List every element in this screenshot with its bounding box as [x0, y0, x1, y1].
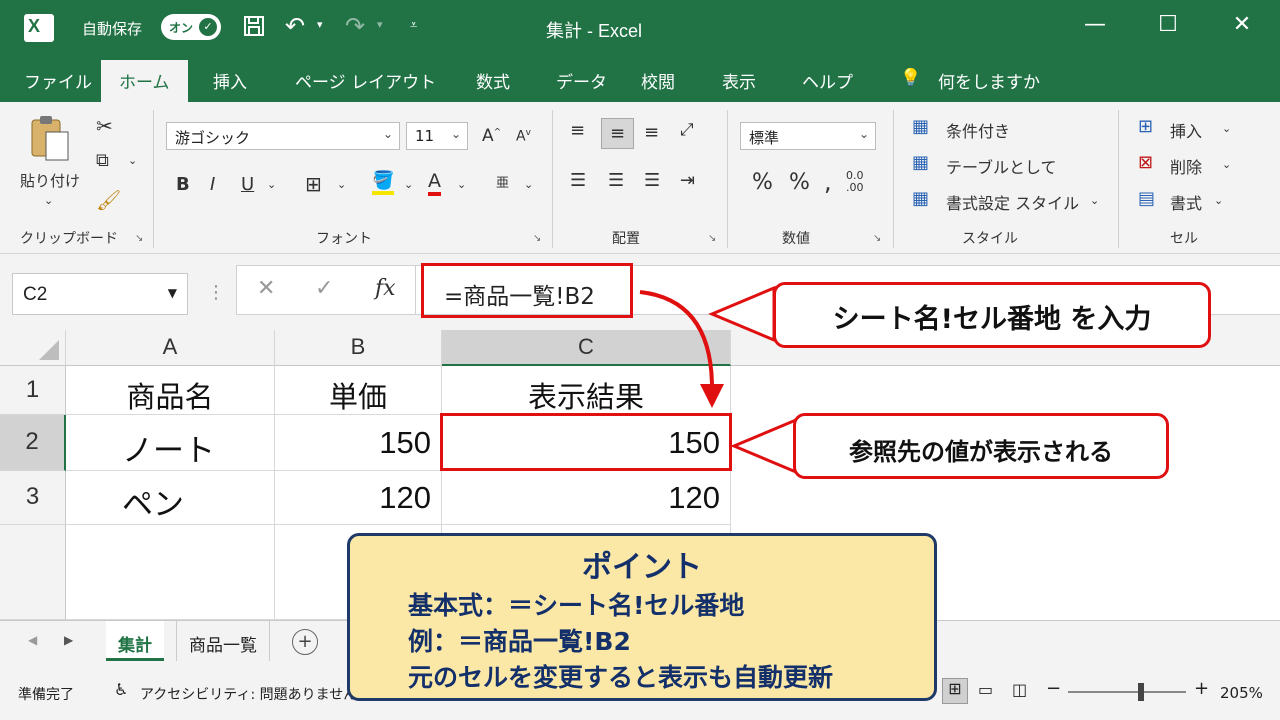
callout-input-instruction: シート名!セル番地 を入力 [773, 282, 1211, 348]
arrow-down-icon [639, 290, 714, 389]
callout-pointer-icon [730, 417, 798, 475]
arrow-head-icon [700, 384, 724, 408]
point-line: 元のセルを変更すると表示も自動更新 [408, 663, 834, 692]
callout-result-note: 参照先の値が表示される [793, 413, 1169, 479]
point-summary-box: ポイント 基本式：＝シート名!セル番地 例：＝商品一覧!B2 元のセルを変更する… [347, 533, 937, 701]
point-line: 基本式：＝シート名!セル番地 [408, 591, 745, 620]
point-line: 例：＝商品一覧!B2 [408, 627, 631, 656]
point-title: ポイント [582, 550, 702, 585]
callout-pointer-icon [708, 285, 776, 343]
